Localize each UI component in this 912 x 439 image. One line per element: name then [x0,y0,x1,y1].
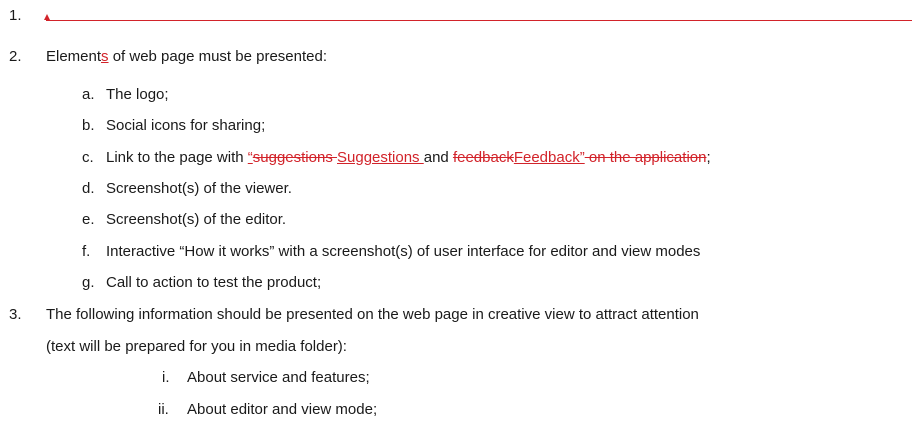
list-number-1: 1. [9,7,22,24]
sub-item-g-text: Call to action to test the product; [106,274,322,291]
text-segment: Link to the page with [106,149,248,166]
sub-letter-d: d. [82,180,95,197]
text-segment: Element [46,48,102,65]
deleted-text: suggestions [252,149,337,166]
sub-item-e-text: Screenshot(s) of the editor. [106,211,287,228]
list-item-2-text: Elements of web page must be presented: [46,48,327,66]
deleted-text: feedback [452,149,514,166]
sub-roman-i: i. [162,369,170,386]
sub-item-ii-text: About editor and view mode; [187,401,378,418]
inserted-text: s [101,48,109,65]
sub-letter-f: f. [82,243,91,260]
text-segment: and [423,149,453,166]
sub-item-a-text: The logo; [106,86,169,103]
sub-item-i-text: About service and features; [187,369,370,386]
deleted-text: on the application [584,149,707,166]
sub-letter-c: c. [82,149,94,166]
inserted-text: Feedback” [513,149,585,166]
sub-item-b-text: Social icons for sharing; [106,117,266,134]
sub-roman-ii: ii. [158,401,169,418]
text-segment: ; [706,149,711,166]
text-segment: of web page must be presented: [108,48,328,65]
list-item-3-line1: The following information should be pres… [46,306,699,323]
sub-item-d-text: Screenshot(s) of the viewer. [106,180,292,197]
inserted-text: Suggestions [337,149,424,166]
revision-line [46,20,912,21]
list-number-3: 3. [9,306,22,323]
list-number-2: 2. [9,48,22,65]
sub-letter-b: b. [82,117,95,134]
sub-item-c-text: Link to the page with “suggestions Sugge… [106,149,711,167]
sub-item-f-text: Interactive “How it works” with a screen… [106,243,701,260]
list-item-3-line2: (text will be prepared for you in media … [46,338,347,355]
sub-letter-a: a. [82,86,95,103]
sub-letter-e: e. [82,211,95,228]
sub-letter-g: g. [82,274,95,291]
